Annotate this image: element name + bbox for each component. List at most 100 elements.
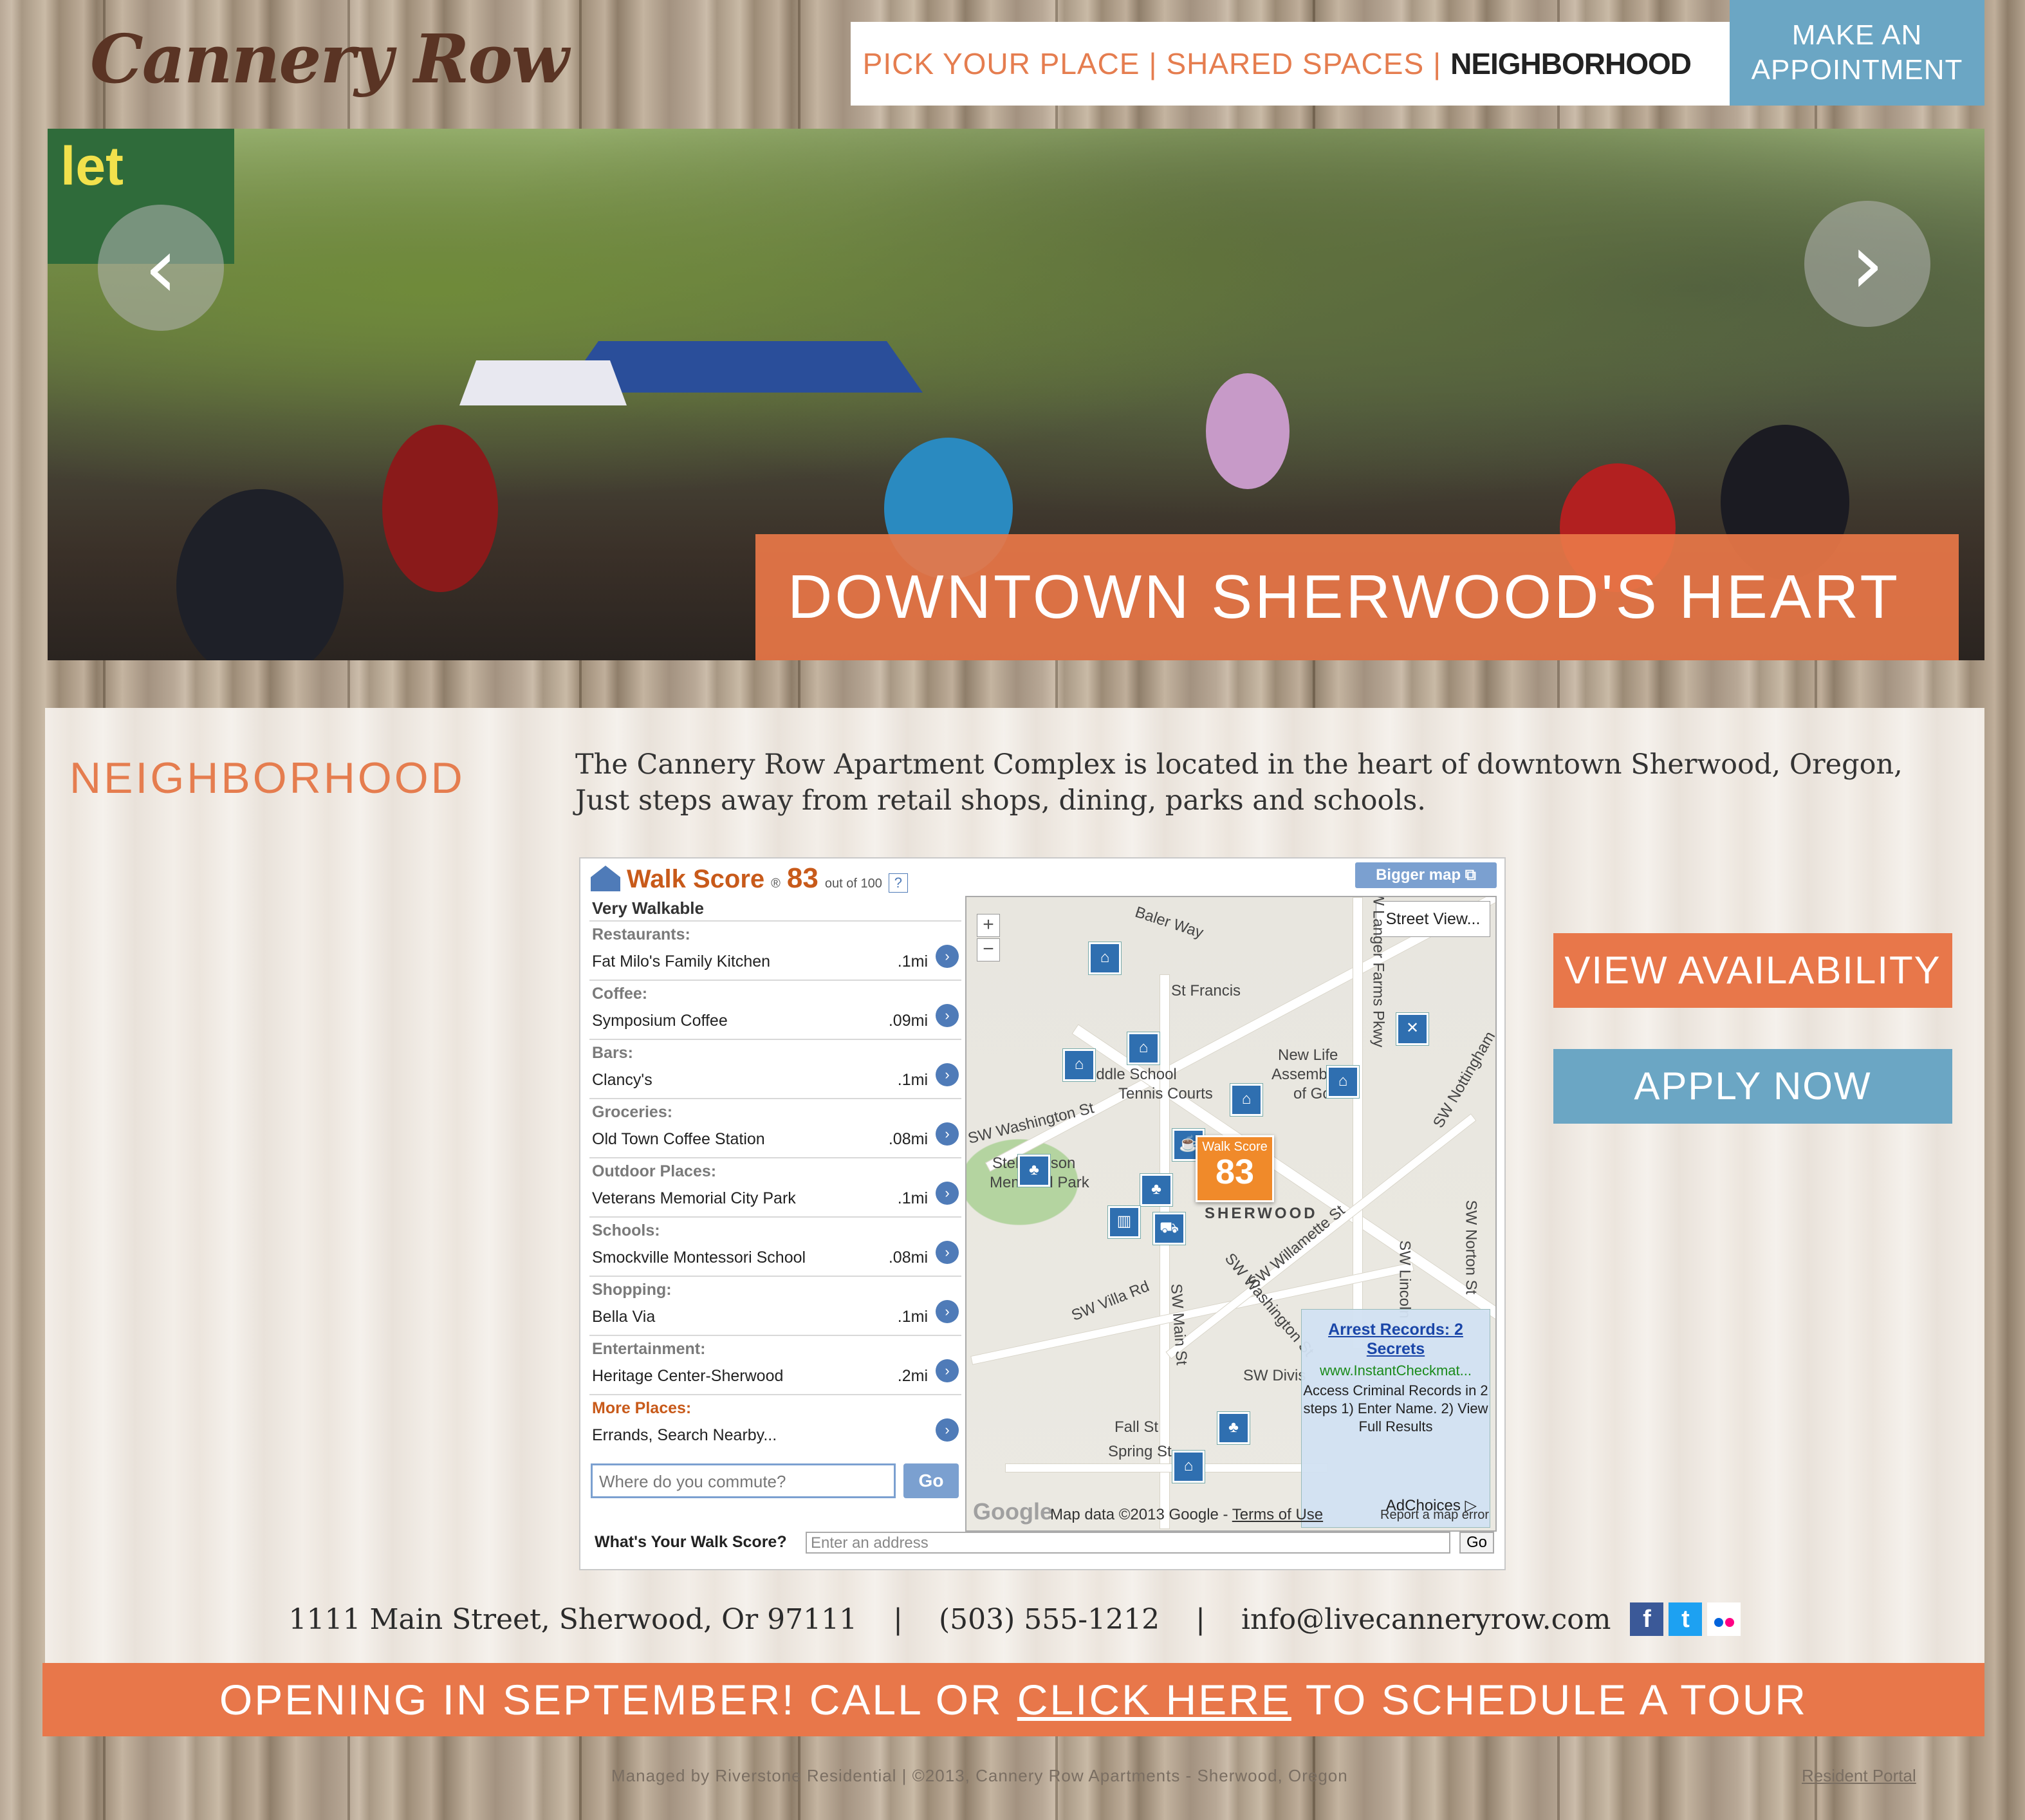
apply-now-button[interactable]: APPLY NOW — [1553, 1049, 1952, 1124]
list-item[interactable]: Schools: Smockville Montessori School .0… — [589, 1216, 961, 1276]
map-road — [1005, 1463, 1328, 1472]
marker-label: Walk Score — [1202, 1140, 1268, 1154]
walkscore-map[interactable]: + − Street View... Baler Way St Francis … — [965, 896, 1497, 1532]
map-label: SW Villa Rd — [1069, 1277, 1152, 1324]
contact-row: 1111 Main Street, Sherwood, Or 97111 | (… — [45, 1602, 1984, 1636]
list-item[interactable]: More Places: Errands, Search Nearby... › — [589, 1394, 961, 1453]
intro-line-2: Just steps away from retail shops, dinin… — [575, 785, 1426, 817]
arrow-right-icon[interactable]: › — [936, 1359, 959, 1382]
school-icon[interactable]: ⌂ — [1327, 1066, 1359, 1098]
arrow-right-icon[interactable]: › — [936, 1063, 959, 1086]
address-go-button[interactable]: Go — [1459, 1532, 1494, 1554]
nav-shared-spaces[interactable]: SHARED SPACES — [1166, 46, 1424, 81]
shopping-icon[interactable]: ⛟ — [1153, 1212, 1185, 1245]
report-map-error-link[interactable]: Report a map error — [1380, 1508, 1489, 1523]
commute-input[interactable]: Where do you commute? — [591, 1463, 896, 1498]
banner-prefix: OPENING IN SEPTEMBER! CALL OR — [219, 1676, 1003, 1723]
walkscore-marker[interactable]: Walk Score 83 — [1196, 1135, 1274, 1202]
map-label: SW Lincoln — [1396, 1240, 1414, 1319]
address-input[interactable]: Enter an address — [806, 1532, 1450, 1554]
street-view-button[interactable]: Street View... — [1376, 901, 1490, 937]
arrow-right-icon[interactable]: › — [936, 1004, 959, 1027]
place-name: Veterans Memorial City Park — [592, 1189, 796, 1207]
terms-link[interactable]: Terms of Use — [1232, 1506, 1323, 1523]
appointment-label-line1: MAKE AN — [1791, 19, 1923, 51]
footer-note: Managed by Riverstone Residential | ©201… — [611, 1766, 1348, 1785]
site-logo[interactable]: Cannery Row — [90, 19, 569, 98]
school-icon[interactable]: ⌂ — [1172, 1451, 1205, 1483]
flickr-icon[interactable] — [1707, 1602, 1741, 1636]
slideshow-prev-button[interactable]: ‹ — [98, 205, 224, 331]
arrow-right-icon[interactable]: › — [936, 1418, 959, 1442]
list-item[interactable]: Entertainment: Heritage Center-Sherwood … — [589, 1335, 961, 1394]
ad-url[interactable]: www.InstantCheckmat... — [1302, 1362, 1490, 1379]
place-name: Smockville Montessori School — [592, 1249, 806, 1267]
list-item[interactable]: Groceries: Old Town Coffee Station .08mi… — [589, 1098, 961, 1157]
content-panel: NEIGHBORHOOD The Cannery Row Apartment C… — [45, 708, 1984, 1664]
category-label: More Places: — [592, 1399, 692, 1417]
park-icon[interactable]: ♣ — [1217, 1412, 1250, 1444]
chevron-left-icon: ‹ — [144, 219, 178, 317]
category-label: Schools: — [592, 1221, 660, 1240]
zoom-out-button[interactable]: − — [977, 938, 1000, 961]
category-label: Outdoor Places: — [592, 1162, 717, 1180]
crowd-figure — [1206, 373, 1290, 489]
arrow-right-icon[interactable]: › — [936, 1122, 959, 1146]
walkscore-widget: Walk Score ® 83 out of 100 ? Very Walkab… — [579, 857, 1506, 1570]
park-icon[interactable]: ♣ — [1018, 1155, 1050, 1187]
external-link-icon: ⧉ — [1465, 866, 1476, 884]
category-label: Shopping: — [592, 1281, 672, 1299]
slideshow-next-button[interactable]: › — [1804, 201, 1930, 327]
list-item[interactable]: Shopping: Bella Via .1mi › — [589, 1276, 961, 1335]
list-item[interactable]: Outdoor Places: Veterans Memorial City P… — [589, 1157, 961, 1216]
bigger-map-button[interactable]: Bigger map ⧉ — [1355, 862, 1497, 888]
category-label: Groceries: — [592, 1103, 673, 1121]
email-link[interactable]: info@livecanneryrow.com — [1241, 1603, 1611, 1636]
place-distance: .08mi — [888, 1130, 928, 1148]
intro-text: The Cannery Row Apartment Complex is loc… — [575, 747, 1965, 819]
restaurant-icon[interactable]: ✕ — [1396, 1013, 1429, 1045]
place-distance: .09mi — [888, 1012, 928, 1030]
map-label: New Life — [1278, 1046, 1338, 1064]
map-label: SHERWOOD — [1205, 1205, 1318, 1222]
make-appointment-button[interactable]: MAKE AN APPOINTMENT — [1730, 0, 1984, 106]
nav-neighborhood[interactable]: NEIGHBORHOOD — [1450, 46, 1692, 81]
school-icon[interactable]: ⌂ — [1063, 1049, 1095, 1081]
list-item[interactable]: Restaurants: Fat Milo's Family Kitchen .… — [589, 920, 961, 980]
school-icon[interactable]: ⌂ — [1230, 1084, 1262, 1116]
arrow-right-icon[interactable]: › — [936, 1300, 959, 1323]
place-distance: .1mi — [897, 1071, 928, 1089]
nav-pick-your-place[interactable]: PICK YOUR PLACE — [863, 46, 1140, 81]
marker-score: 83 — [1215, 1153, 1255, 1191]
twitter-icon[interactable]: t — [1669, 1602, 1703, 1636]
ad-body: Access Criminal Records in 2 steps 1) En… — [1303, 1382, 1488, 1435]
resident-portal-link[interactable]: Resident Portal — [1802, 1766, 1916, 1786]
facebook-icon[interactable]: f — [1630, 1602, 1664, 1636]
place-distance: .1mi — [897, 1308, 928, 1326]
commute-go-button[interactable]: Go — [903, 1463, 959, 1498]
house-icon — [591, 866, 620, 891]
map-credit-text: Map data ©2013 Google - — [1050, 1506, 1232, 1523]
top-nav: PICK YOUR PLACE | SHARED SPACES | NEIGHB… — [851, 22, 1730, 106]
place-distance: .1mi — [897, 1189, 928, 1207]
view-availability-button[interactable]: VIEW AVAILABILITY — [1553, 933, 1952, 1008]
phone-link[interactable]: (503) 555-1212 — [939, 1603, 1160, 1636]
walkscore-out-of: out of 100 — [824, 877, 882, 891]
bigger-map-label: Bigger map — [1376, 866, 1461, 884]
arrow-right-icon[interactable]: › — [936, 1241, 959, 1264]
place-distance: .1mi — [897, 952, 928, 970]
bank-icon[interactable]: ▥ — [1108, 1206, 1140, 1238]
zoom-in-button[interactable]: + — [977, 914, 1000, 937]
school-icon[interactable]: ⌂ — [1127, 1032, 1160, 1064]
list-item[interactable]: Bars: Clancy's .1mi › — [589, 1039, 961, 1098]
registered-mark: ® — [771, 877, 781, 891]
arrow-right-icon[interactable]: › — [936, 1182, 959, 1205]
click-here-link[interactable]: CLICK HERE — [1017, 1675, 1291, 1724]
school-icon[interactable]: ⌂ — [1089, 942, 1121, 974]
map-ad[interactable]: Arrest Records: 2 Secrets www.InstantChe… — [1301, 1309, 1490, 1528]
arrow-right-icon[interactable]: › — [936, 945, 959, 968]
list-item[interactable]: Coffee: Symposium Coffee .09mi › — [589, 980, 961, 1039]
park-icon[interactable]: ♣ — [1140, 1174, 1172, 1206]
help-icon[interactable]: ? — [888, 873, 908, 893]
ad-title[interactable]: Arrest Records: 2 Secrets — [1302, 1320, 1490, 1359]
